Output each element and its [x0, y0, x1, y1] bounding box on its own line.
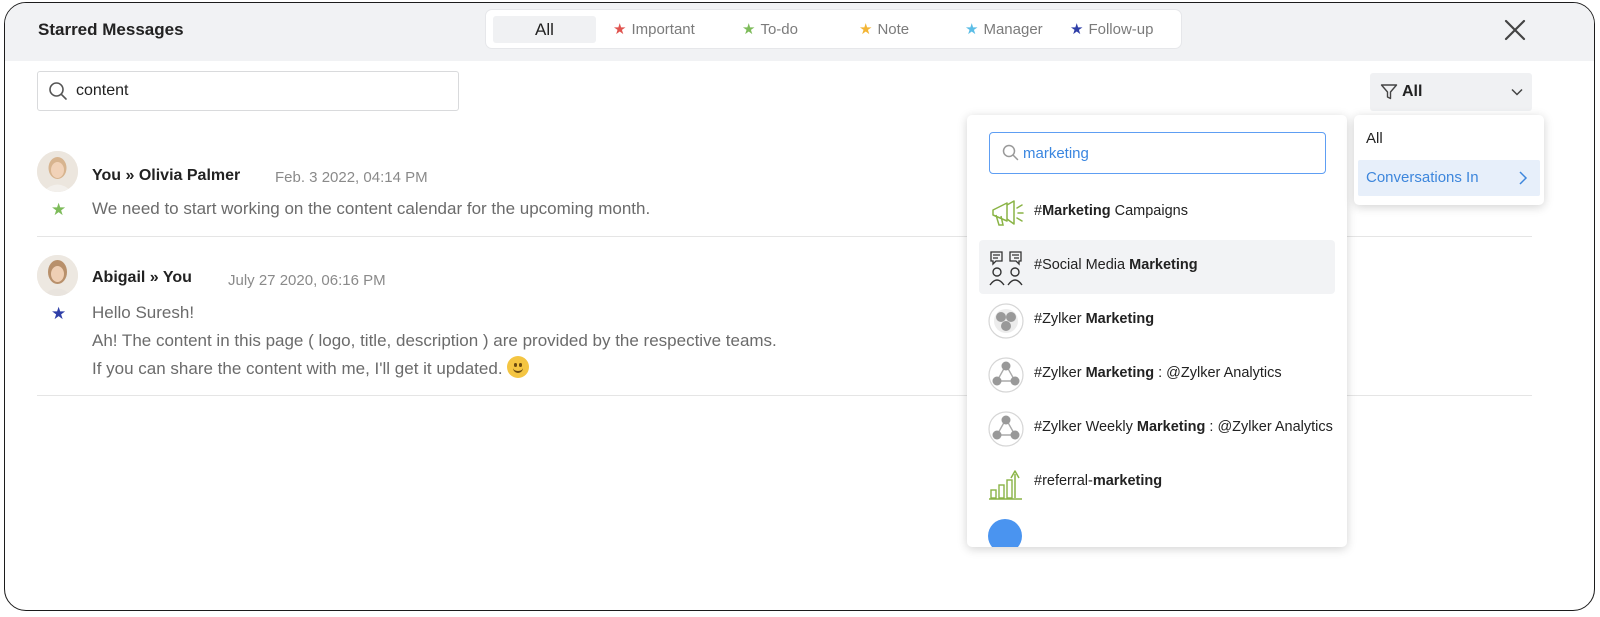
tab-label: To-do [760, 21, 798, 38]
conversation-search-input[interactable] [1023, 142, 1313, 164]
search-icon [1002, 144, 1019, 161]
star-icon: ★ [613, 21, 627, 38]
tab-follow-up[interactable]: ★ Follow-up [1070, 16, 1153, 43]
tab-todo[interactable]: ★ To-do [742, 16, 798, 43]
close-button[interactable] [1500, 15, 1530, 45]
people-talking-icon [989, 251, 1023, 286]
conversation-search-box [989, 132, 1326, 174]
filter-menu-item-conversations-in[interactable]: Conversations In [1358, 160, 1540, 196]
conversation-item[interactable]: #Marketing Campaigns [979, 186, 1335, 240]
conversation-item[interactable]: #Zylker Marketing [979, 294, 1335, 348]
filter-menu-item-all[interactable]: All [1358, 121, 1540, 157]
partial-avatar-icon [988, 519, 1022, 547]
conversation-item[interactable]: #Zylker Weekly Marketing : @Zylker Analy… [979, 402, 1335, 456]
starred-messages-window: Starred Messages All ★ Important ★ To-do… [4, 2, 1595, 611]
message-line: Hello Suresh! [92, 303, 195, 322]
filter-icon [1380, 84, 1398, 100]
star-icon: ★ [742, 21, 756, 38]
message-line: We need to start working on the content … [92, 199, 651, 218]
sender-to: You [162, 269, 192, 286]
search-icon [49, 82, 67, 100]
message-time: July 27 2020, 06:16 PM [228, 272, 386, 289]
network-icon [988, 357, 1024, 393]
star-icon[interactable]: ★ [51, 201, 66, 218]
conversation-item[interactable]: #referral-marketing [979, 456, 1335, 510]
star-icon: ★ [965, 21, 979, 38]
star-filter-tabs: All ★ Important ★ To-do ★ Note ★ Manager… [485, 9, 1182, 49]
chevron-down-icon [1511, 88, 1523, 96]
message-text: Hello Suresh! Ah! The content in this pa… [92, 299, 777, 383]
conversation-name: #referral-marketing [1034, 473, 1163, 489]
star-icon: ★ [859, 21, 873, 38]
star-icon[interactable]: ★ [51, 305, 66, 322]
sender-from: You [92, 167, 122, 184]
tab-important[interactable]: ★ Important [613, 16, 695, 43]
filter-dropdown[interactable]: All [1370, 73, 1532, 111]
tab-label: Manager [983, 21, 1043, 38]
tab-label: Important [631, 21, 695, 38]
avatar [37, 151, 78, 192]
conversation-item[interactable]: #Zylker Marketing : @Zylker Analytics [979, 348, 1335, 402]
filter-menu: All Conversations In [1354, 115, 1544, 205]
growth-chart-icon [989, 470, 1022, 500]
search-input[interactable] [76, 79, 446, 103]
conversation-name: #Zylker Marketing : @Zylker Analytics [1034, 365, 1282, 381]
message-line: If you can share the content with me, I'… [92, 355, 777, 383]
network-icon [988, 411, 1024, 447]
tab-label: Follow-up [1088, 21, 1154, 38]
conversations-dropdown: #Marketing Campaigns #Social Media Marke… [967, 115, 1347, 547]
group-icon [988, 303, 1024, 339]
chevron-right-icon [1519, 171, 1528, 185]
conversation-item[interactable]: #Social Media Marketing [979, 240, 1335, 294]
avatar [37, 255, 78, 296]
tab-manager[interactable]: ★ Manager [965, 16, 1043, 43]
megaphone-icon [992, 200, 1024, 226]
sender-from: Abigail [92, 269, 146, 286]
filter-label: All [1402, 83, 1423, 100]
message-text: We need to start working on the content … [92, 195, 650, 223]
page-title: Starred Messages [38, 20, 184, 39]
message-time: Feb. 3 2022, 04:14 PM [275, 169, 428, 186]
tab-all[interactable]: All [493, 16, 596, 43]
separator: » [125, 167, 135, 184]
sender-to: Olivia Palmer [138, 167, 241, 184]
message-search-box [37, 71, 459, 111]
message-line: Ah! The content in this page ( logo, tit… [92, 331, 777, 350]
tab-label: Note [877, 21, 910, 38]
conversation-name: #Zylker Marketing [1034, 311, 1155, 327]
tab-note[interactable]: ★ Note [859, 16, 909, 43]
conversation-name: #Social Media Marketing [1034, 257, 1198, 273]
conversation-name: #Zylker Weekly Marketing : @Zylker Analy… [1034, 419, 1333, 435]
menu-item-label: Conversations In [1366, 169, 1479, 186]
separator: » [149, 269, 159, 286]
close-icon [1504, 19, 1526, 41]
smiley-emoji-icon [506, 356, 529, 378]
message-sender: Abigail » You [92, 269, 192, 287]
header-bar: Starred Messages All ★ Important ★ To-do… [5, 3, 1594, 61]
conversation-name: #Marketing Campaigns [1034, 203, 1188, 219]
tab-label: All [535, 20, 554, 39]
message-sender: You » Olivia Palmer [92, 167, 240, 185]
star-icon: ★ [1070, 21, 1084, 38]
